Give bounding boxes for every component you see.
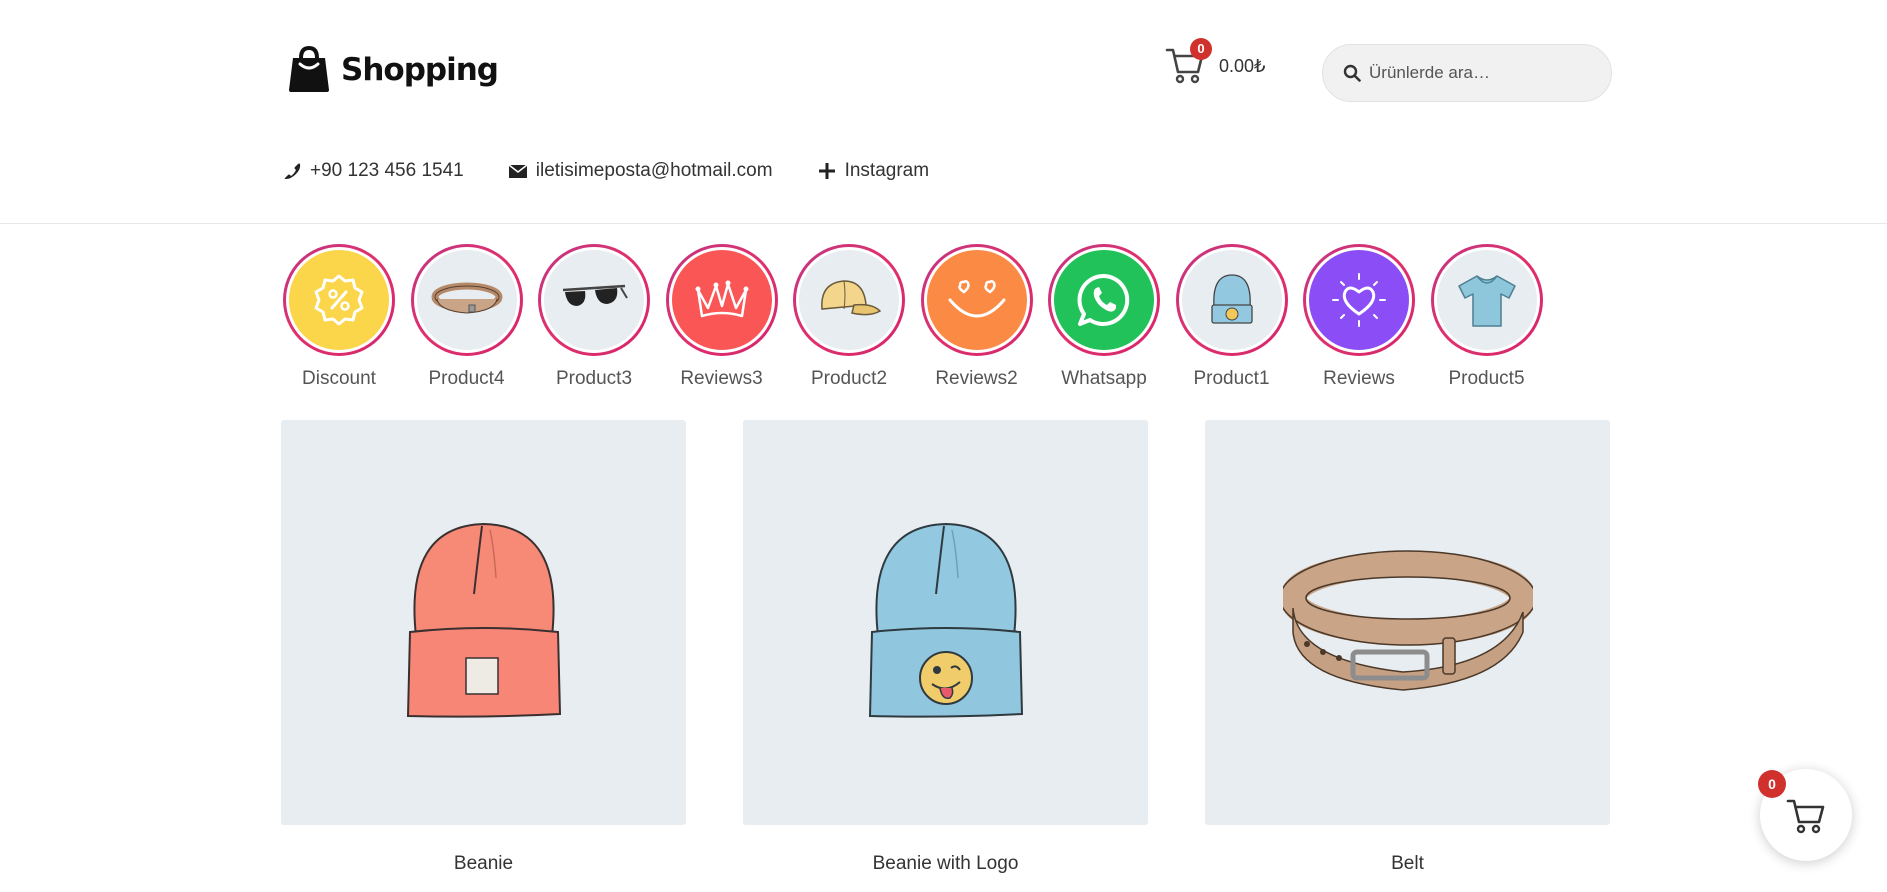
beanie-image [406,522,561,718]
story-product4[interactable]: Product4 [410,244,524,390]
smile-icon [948,279,1005,318]
envelope-icon [508,164,528,178]
cap-icon [821,280,882,316]
story-ring [1048,244,1160,356]
cart-count-badge: 0 [1190,38,1212,60]
contact-email[interactable]: iletisimeposta@hotmail.com [508,160,773,182]
brand-name: Shopping [341,52,499,88]
product-name[interactable]: Beanie [281,853,686,875]
discount-badge-icon [314,274,364,326]
tshirt-icon [1457,275,1516,327]
product-grid: Beanie Beanie with Logo Belt [281,420,1667,875]
story-avatar [668,247,775,353]
heart-icon [1332,273,1386,327]
product-name[interactable]: Beanie with Logo [743,853,1148,875]
story-label: Product5 [1448,368,1525,389]
story-ring [920,244,1033,356]
story-avatar [1051,247,1157,353]
story-ring [665,244,778,356]
search-box [1322,44,1612,102]
story-ring [793,244,905,356]
story-ring [1303,244,1415,356]
story-product3[interactable]: Product3 [537,244,651,390]
cart-icon [1786,799,1825,834]
floating-cart-count-badge: 0 [1758,770,1786,798]
belt-icon [431,282,502,314]
story-ring [410,244,523,356]
product-image[interactable] [743,420,1148,825]
phone-icon [284,163,301,179]
instagram-link: Instagram [844,160,930,181]
product-card-beanie-with-logo[interactable]: Beanie with Logo [743,420,1148,875]
search-input[interactable] [1369,63,1599,83]
story-label: Product3 [555,368,633,389]
product-image[interactable] [281,420,686,825]
story-product2[interactable]: Product2 [792,244,906,390]
story-product5[interactable]: Product5 [1430,244,1544,390]
product-image[interactable] [1205,420,1610,825]
contact-bar: +90 123 456 1541 iletisimeposta@hotmail.… [282,160,973,182]
story-ring [283,244,395,356]
whatsapp-icon [1077,273,1130,326]
story-whatsapp[interactable]: Whatsapp [1047,244,1161,390]
plus-icon [818,163,835,179]
story-strip: Discount Product4 Product3 Reviews3 Prod… [282,244,1557,390]
search-icon [1343,64,1361,82]
story-ring [538,244,650,356]
story-avatar [413,247,520,353]
story-avatar [1306,247,1412,353]
story-label: Discount [302,368,376,389]
story-avatar [1433,247,1540,353]
story-label: Product1 [1193,368,1270,389]
header-cart[interactable]: 0 0.00₺ [1165,38,1275,88]
product-name[interactable]: Belt [1205,853,1610,875]
contact-instagram[interactable]: Instagram [817,160,929,182]
email-address: iletisimeposta@hotmail.com [535,160,773,181]
story-discount[interactable]: Discount [282,244,396,390]
story-label: Whatsapp [1061,368,1147,389]
floating-cart-button[interactable]: 0 [1758,769,1852,861]
shopping-bag-icon [289,46,329,92]
site-logo[interactable]: Shopping [285,46,499,94]
crown-icon [695,280,748,318]
story-avatar [286,247,392,353]
phone-number: +90 123 456 1541 [310,160,464,181]
beanie-with-logo-image [868,522,1023,718]
story-label: Product4 [428,368,505,389]
story-avatar [923,247,1030,353]
story-avatar [796,247,902,353]
story-ring [1430,244,1543,356]
story-product1[interactable]: Product1 [1175,244,1289,390]
contact-phone[interactable]: +90 123 456 1541 [282,160,464,182]
story-avatar [541,247,647,353]
cart-total: 0.00₺ [1219,56,1266,76]
story-reviews[interactable]: Reviews [1302,244,1416,390]
product-card-belt[interactable]: Belt [1205,420,1610,875]
story-reviews2[interactable]: Reviews2 [920,244,1034,390]
story-label: Reviews3 [680,368,763,389]
beanie-icon [1210,274,1253,324]
belt-image [1282,549,1533,691]
story-label: Reviews2 [935,368,1018,389]
story-ring [1175,244,1288,356]
sunglasses-icon [562,284,628,306]
story-label: Product2 [810,368,888,389]
story-label: Reviews [1323,368,1395,389]
story-reviews3[interactable]: Reviews3 [665,244,779,390]
product-card-beanie[interactable]: Beanie [281,420,686,875]
story-avatar [1178,247,1285,353]
site-header: Shopping 0 0.00₺ +90 123 456 1541 [0,0,1887,224]
